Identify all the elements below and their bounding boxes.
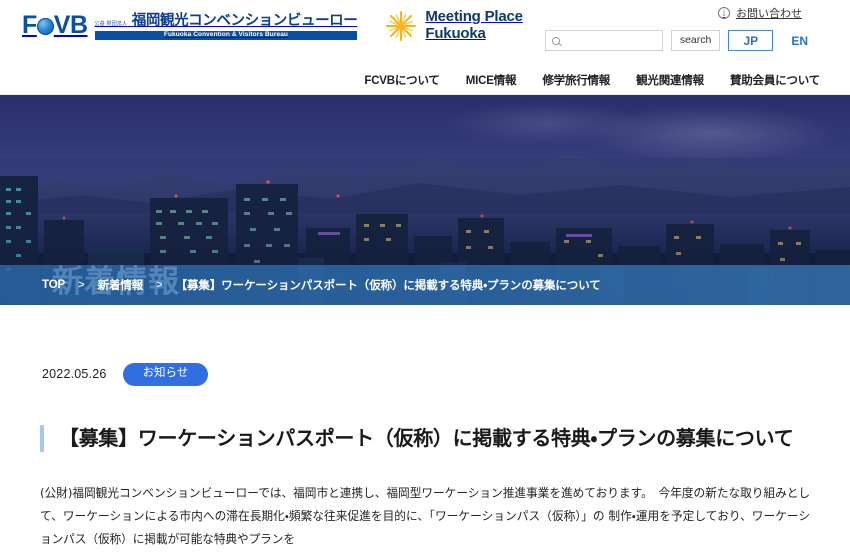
info-circle-icon: i [718,7,730,19]
breadcrumb-separator-icon: > [78,279,85,291]
mpf-line-2: Fukuoka [425,24,486,42]
search-field-wrapper[interactable] [544,30,663,51]
language-jp-button[interactable]: JP [728,30,774,51]
fcvb-letters-vb: VB [53,11,88,40]
article-title-wrapper: 【募集】ワーケーションパスポート（仮称）に掲載する特典・プランの募集について [40,424,850,452]
breadcrumb-item-current: 【募集】ワーケーションパスポート（仮称）に掲載する特典・プランの募集について [175,280,601,292]
main-navigation: FCVBについて MICE情報 修学旅行情報 観光関連情報 賛助会員について [364,72,820,88]
fcvb-corporate-prefix: 公益 財団法人 [94,20,128,27]
article-meta: 2022.05.26 お知らせ [0,305,850,386]
fcvb-japanese-name: 福岡観光コンベンションビューロー [131,12,358,29]
fcvb-wordmark: 公益 財団法人 福岡観光コンベンションビューロー Fukuoka Convent… [94,12,358,41]
nav-item-fcvb[interactable]: FCVBについて [364,72,440,88]
mpf-wordmark: Meeting Place Fukuoka [425,8,523,43]
article-body: (公財)福岡観光コンベンションビューローでは、福岡市と連携し、福岡型ワーケーショ… [40,485,810,547]
fcvb-letter-f: F [22,11,37,40]
breadcrumb: TOP > 新着情報 > 【募集】ワーケーションパスポート（仮称）に掲載する特典… [0,265,850,305]
breadcrumb-separator-icon: > [156,279,163,291]
page-root: F VB 公益 財団法人 福岡観光コンベンションビューロー Fukuoka Con… [0,0,850,560]
nav-item-tourism[interactable]: 観光関連情報 [636,72,704,88]
page-title: 【募集】ワーケーションパスポート（仮称）に掲載する特典・プランの募集について [59,425,794,450]
search-input[interactable] [564,35,655,46]
status-badge: お知らせ [122,363,209,386]
article-section: 2022.05.26 お知らせ 【募集】ワーケーションパスポート（仮称）に掲載す… [0,305,850,560]
search-button[interactable]: search [670,30,721,51]
starburst-icon [385,10,417,42]
fcvb-logomark: F VB [22,13,88,38]
nav-item-school-trip[interactable]: 修学旅行情報 [542,72,610,88]
search-and-language-group: search JP EN [544,30,812,51]
nav-item-mice[interactable]: MICE情報 [466,72,517,88]
site-header: F VB 公益 財団法人 福岡観光コンベンションビューロー Fukuoka Con… [0,0,850,95]
logo-group: F VB 公益 財団法人 福岡観光コンベンションビューロー Fukuoka Con… [22,8,523,43]
article-date: 2022.05.26 [42,367,107,382]
nav-item-supporting-members[interactable]: 賛助会員について [730,72,820,88]
globe-icon [36,18,54,36]
fcvb-logo-link[interactable]: F VB 公益 財団法人 福岡観光コンベンションビューロー Fukuoka Con… [22,12,358,41]
breadcrumb-item-news[interactable]: 新着情報 [98,277,144,293]
language-en-button[interactable]: EN [781,34,812,48]
title-accent-bar [40,424,44,452]
contact-link[interactable]: i お問い合わせ [718,5,802,21]
search-icon [551,36,560,45]
mpf-line-1: Meeting Place [425,8,523,25]
fcvb-english-name: Fukuoka Convention & Visitors Bureau [94,30,358,41]
meeting-place-fukuoka-logo-link[interactable]: Meeting Place Fukuoka [385,8,523,43]
contact-label: お問い合わせ [736,8,802,20]
breadcrumb-item-top[interactable]: TOP [42,279,65,291]
